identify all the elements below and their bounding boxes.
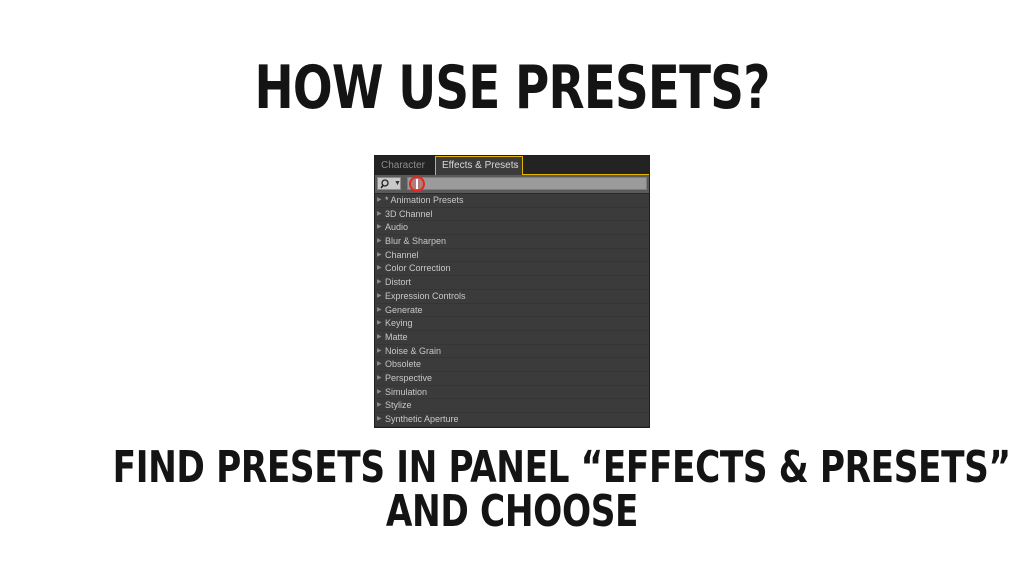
- effects-list-item-label: Synthetic Aperture: [385, 414, 459, 424]
- effects-list-item-label: Obsolete: [385, 359, 422, 370]
- caption-line-2: and choose: [385, 486, 639, 537]
- effects-list-item-label: Blur & Sharpen: [385, 236, 447, 247]
- triangle-right-icon[interactable]: ▶: [377, 221, 382, 234]
- effects-list-item[interactable]: ▶ Channel: [375, 249, 649, 263]
- effects-list-item-label: * Animation Presets: [385, 195, 464, 205]
- effects-list-item-label: Audio: [385, 222, 409, 233]
- triangle-right-icon[interactable]: ▶: [377, 208, 382, 221]
- effects-list-item-label: Matte: [385, 331, 408, 342]
- effects-list: ▶ * Animation Presets ▶ 3D Channel ▶ Audio ▶ Bl…: [375, 194, 649, 427]
- effects-list-item[interactable]: ▶ Matte: [375, 331, 649, 345]
- effects-list-item-label: Simulation: [385, 386, 428, 397]
- triangle-right-icon[interactable]: ▶: [377, 276, 382, 289]
- triangle-right-icon[interactable]: ▶: [377, 194, 382, 207]
- triangle-right-icon[interactable]: ▶: [377, 345, 382, 358]
- effects-list-item[interactable]: ▶ Color Correction: [375, 262, 649, 277]
- triangle-right-icon[interactable]: ▶: [377, 249, 382, 262]
- effects-list-item-label: 3D Channel: [385, 208, 433, 219]
- effects-list-item[interactable]: ▶ Distort: [375, 276, 649, 290]
- effects-list-item[interactable]: ▶ Noise & Grain: [375, 345, 649, 359]
- effects-list-item-label: Distort: [385, 277, 412, 288]
- effects-list-item[interactable]: ▶ Stylize: [375, 399, 649, 413]
- panel-tab-bar: Character Effects & Presets ×: [375, 156, 649, 175]
- triangle-right-icon[interactable]: ▶: [377, 317, 382, 330]
- triangle-right-icon[interactable]: ▶: [377, 331, 382, 344]
- effects-list-item[interactable]: ▶ Obsolete: [375, 358, 649, 372]
- tab-character[interactable]: Character: [375, 156, 433, 175]
- effects-list-item[interactable]: ▶ Keying: [375, 317, 649, 331]
- effects-list-item-label: Keying: [385, 318, 413, 329]
- caption-line-1: Find presets in panel “Effects & Presets…: [112, 442, 1011, 493]
- tab-effects-presets[interactable]: Effects & Presets ×: [435, 156, 523, 175]
- tab-character-label: Character: [381, 160, 425, 171]
- slide-caption: Find presets in panel “Effects & Presets…: [112, 442, 1011, 537]
- triangle-right-icon[interactable]: ▶: [377, 413, 382, 426]
- effects-list-item[interactable]: ▶ Perspective: [375, 372, 649, 386]
- effects-list-item-label: Generate: [385, 304, 423, 315]
- effects-list-item[interactable]: ▶ 3D Channel: [375, 208, 649, 222]
- effects-list-item-label: Expression Controls: [385, 290, 466, 301]
- magnifier-icon: [380, 179, 389, 189]
- effects-list-item[interactable]: ▶ Simulation: [375, 386, 649, 400]
- slide-title: How use presets?: [254, 53, 770, 123]
- triangle-right-icon[interactable]: ▶: [377, 372, 382, 385]
- tab-effects-presets-label: Effects & Presets: [442, 160, 519, 171]
- triangle-right-icon[interactable]: ▶: [377, 358, 382, 371]
- effects-list-item-label: Stylize: [385, 400, 412, 411]
- effects-list-item-label: Channel: [385, 249, 419, 260]
- search-input[interactable]: [407, 177, 647, 190]
- effects-list-item[interactable]: ▶ Blur & Sharpen: [375, 235, 649, 249]
- text-cursor: [416, 179, 418, 189]
- effects-list-item[interactable]: ▶ Synthetic Aperture: [375, 413, 649, 427]
- close-icon[interactable]: ×: [513, 157, 518, 174]
- triangle-right-icon[interactable]: ▶: [377, 290, 382, 303]
- triangle-right-icon[interactable]: ▶: [377, 386, 382, 399]
- effects-list-item[interactable]: ▶ Audio: [375, 221, 649, 236]
- triangle-right-icon[interactable]: ▶: [377, 304, 382, 317]
- effects-presets-panel: Character Effects & Presets × ▼ ▶ * Anima…: [374, 155, 650, 428]
- slide: How use presets? Character Effects & Pre…: [0, 0, 1024, 576]
- effects-list-item[interactable]: ▶ Expression Controls: [375, 290, 649, 304]
- effects-list-item-label: Noise & Grain: [385, 345, 442, 356]
- effects-list-item-label: Perspective: [385, 372, 433, 383]
- effects-list-item-label: Color Correction: [385, 263, 451, 274]
- effects-list-item[interactable]: ▶ Generate: [375, 304, 649, 318]
- effects-list-item[interactable]: ▶ * Animation Presets: [375, 194, 649, 208]
- chevron-down-icon: ▼: [394, 179, 401, 187]
- search-options-button[interactable]: ▼: [377, 177, 401, 190]
- triangle-right-icon[interactable]: ▶: [377, 399, 382, 412]
- triangle-right-icon[interactable]: ▶: [377, 235, 382, 248]
- triangle-right-icon[interactable]: ▶: [377, 262, 382, 275]
